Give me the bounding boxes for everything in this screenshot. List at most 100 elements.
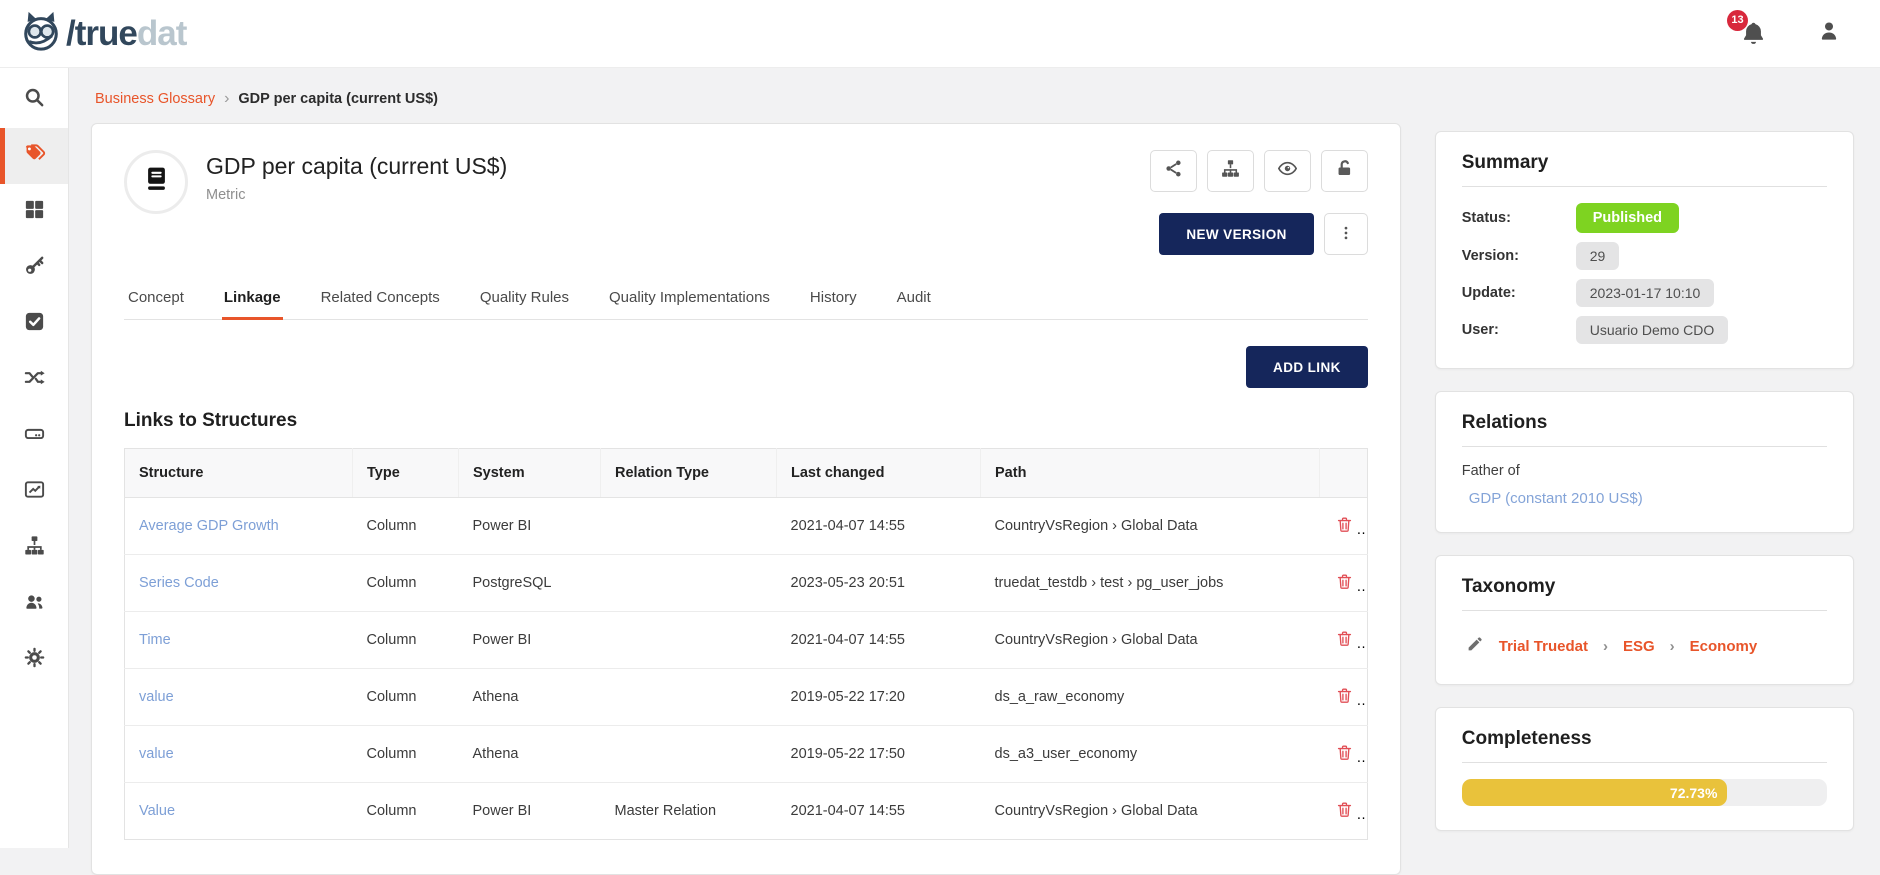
taxonomy-link-subdomain[interactable]: ESG — [1623, 638, 1655, 655]
structure-link[interactable]: Value — [139, 803, 175, 819]
pencil-icon — [1466, 640, 1484, 657]
users-icon — [23, 590, 46, 618]
path-cell: ds_a_raw_economy — [981, 669, 1320, 726]
sidebar-item-data-sources[interactable] — [0, 408, 68, 464]
sidebar-item-dashboard[interactable] — [0, 184, 68, 240]
table-row: value Column Athena 2019-05-22 17:20 ds_… — [125, 669, 1368, 726]
chevron-right-icon: › — [1670, 638, 1675, 655]
trash-icon — [1335, 807, 1354, 822]
version-label: Version: — [1462, 248, 1576, 264]
sidebar-item-search[interactable] — [0, 72, 68, 128]
system-cell: PostgreSQL — [459, 555, 601, 612]
table-header-row: Structure Type System Relation Type Last… — [125, 449, 1368, 498]
links-section-title: Links to Structures — [124, 410, 1368, 432]
structure-link[interactable]: Average GDP Growth — [139, 518, 279, 534]
relation-type-cell — [601, 726, 777, 783]
add-link-button[interactable]: ADD LINK — [1246, 346, 1368, 388]
notification-badge: 13 — [1727, 10, 1748, 31]
table-row: Series Code Column PostgreSQL 2023-05-23… — [125, 555, 1368, 612]
check-square-icon — [23, 310, 46, 338]
new-version-button[interactable]: NEW VERSION — [1159, 213, 1313, 255]
col-system: System — [459, 449, 601, 498]
relation-kind-label: Father of — [1462, 463, 1827, 479]
search-icon — [23, 86, 46, 114]
system-cell: Power BI — [459, 783, 601, 840]
type-cell: Column — [353, 726, 459, 783]
last-changed-cell: 2021-04-07 14:55 — [777, 783, 981, 840]
tab-quality-rules[interactable]: Quality Rules — [478, 279, 571, 320]
tab-related-concepts[interactable]: Related Concepts — [319, 279, 442, 320]
sidebar-item-catalog[interactable] — [0, 520, 68, 576]
tab-quality-implementations[interactable]: Quality Implementations — [607, 279, 772, 320]
watch-button[interactable] — [1264, 150, 1311, 192]
breadcrumb-current: GDP per capita (current US$) — [238, 91, 438, 107]
relations-panel: Relations Father of GDP (constant 2010 U… — [1435, 391, 1854, 533]
user-menu-button[interactable] — [1816, 18, 1842, 49]
tab-linkage[interactable]: Linkage — [222, 279, 283, 320]
system-cell: Power BI — [459, 612, 601, 669]
tab-concept[interactable]: Concept — [126, 279, 186, 320]
taxonomy-link-domain[interactable]: Trial Truedat — [1499, 638, 1588, 655]
structure-link[interactable]: Time — [139, 632, 171, 648]
breadcrumb-link-glossary[interactable]: Business Glossary — [95, 91, 215, 107]
delete-link-button[interactable] — [1333, 570, 1356, 596]
delete-link-button[interactable] — [1333, 741, 1356, 767]
sidebar-item-lineage[interactable] — [0, 352, 68, 408]
completeness-panel: Completeness 72.73% — [1435, 707, 1854, 831]
structure-link[interactable]: value — [139, 689, 174, 705]
relation-link[interactable]: GDP (constant 2010 US$) — [1469, 490, 1643, 507]
sidebar-item-settings[interactable] — [0, 632, 68, 688]
concept-card: GDP per capita (current US$) Metric — [91, 123, 1401, 875]
relation-type-cell — [601, 555, 777, 612]
sidebar-item-glossary[interactable] — [0, 128, 68, 184]
truedat-logo[interactable]: /truedat — [20, 9, 186, 58]
chevron-right-icon: › — [1603, 638, 1608, 655]
tabs: Concept Linkage Related Concepts Quality… — [124, 279, 1368, 320]
col-relation-type: Relation Type — [601, 449, 777, 498]
completeness-title: Completeness — [1462, 728, 1827, 763]
last-changed-cell: 2023-05-23 20:51 — [777, 555, 981, 612]
chart-line-icon — [23, 478, 46, 506]
edit-taxonomy-button[interactable] — [1466, 635, 1484, 658]
last-changed-cell: 2019-05-22 17:20 — [777, 669, 981, 726]
version-badge: 29 — [1576, 242, 1620, 270]
system-cell: Power BI — [459, 498, 601, 555]
last-changed-cell: 2021-04-07 14:55 — [777, 612, 981, 669]
path-cell: CountryVsRegion › Global Data — [981, 783, 1320, 840]
share-button[interactable] — [1150, 150, 1197, 192]
taxonomy-link-area[interactable]: Economy — [1690, 638, 1758, 655]
col-path: Path — [981, 449, 1320, 498]
summary-title: Summary — [1462, 152, 1827, 187]
notifications-button[interactable]: 13 — [1740, 20, 1768, 48]
shuffle-icon — [23, 366, 46, 394]
trash-icon — [1335, 693, 1354, 708]
delete-link-button[interactable] — [1333, 513, 1356, 539]
sidebar-item-permissions[interactable] — [0, 240, 68, 296]
delete-link-button[interactable] — [1333, 798, 1356, 824]
sidebar-item-users[interactable] — [0, 576, 68, 632]
structure-link[interactable]: Series Code — [139, 575, 219, 591]
type-cell: Column — [353, 612, 459, 669]
tab-history[interactable]: History — [808, 279, 859, 320]
col-actions — [1319, 449, 1367, 498]
table-row: Average GDP Growth Column Power BI 2021-… — [125, 498, 1368, 555]
type-cell: Column — [353, 783, 459, 840]
completeness-value: 72.73% — [1670, 785, 1717, 801]
delete-link-button[interactable] — [1333, 684, 1356, 710]
relation-type-cell — [601, 498, 777, 555]
relations-title: Relations — [1462, 412, 1827, 447]
breadcrumb: Business Glossary › GDP per capita (curr… — [95, 90, 1854, 108]
trash-icon — [1335, 579, 1354, 594]
delete-link-button[interactable] — [1333, 627, 1356, 653]
lock-button[interactable] — [1321, 150, 1368, 192]
path-cell: CountryVsRegion › Global Data — [981, 498, 1320, 555]
sidebar-item-quality[interactable] — [0, 296, 68, 352]
completeness-fill: 72.73% — [1462, 779, 1728, 806]
sidebar-item-analytics[interactable] — [0, 464, 68, 520]
structure-view-button[interactable] — [1207, 150, 1254, 192]
table-row: value Column Athena 2019-05-22 17:50 ds_… — [125, 726, 1368, 783]
tab-audit[interactable]: Audit — [895, 279, 933, 320]
more-options-button[interactable] — [1324, 213, 1368, 255]
concept-avatar — [124, 150, 188, 214]
structure-link[interactable]: value — [139, 746, 174, 762]
